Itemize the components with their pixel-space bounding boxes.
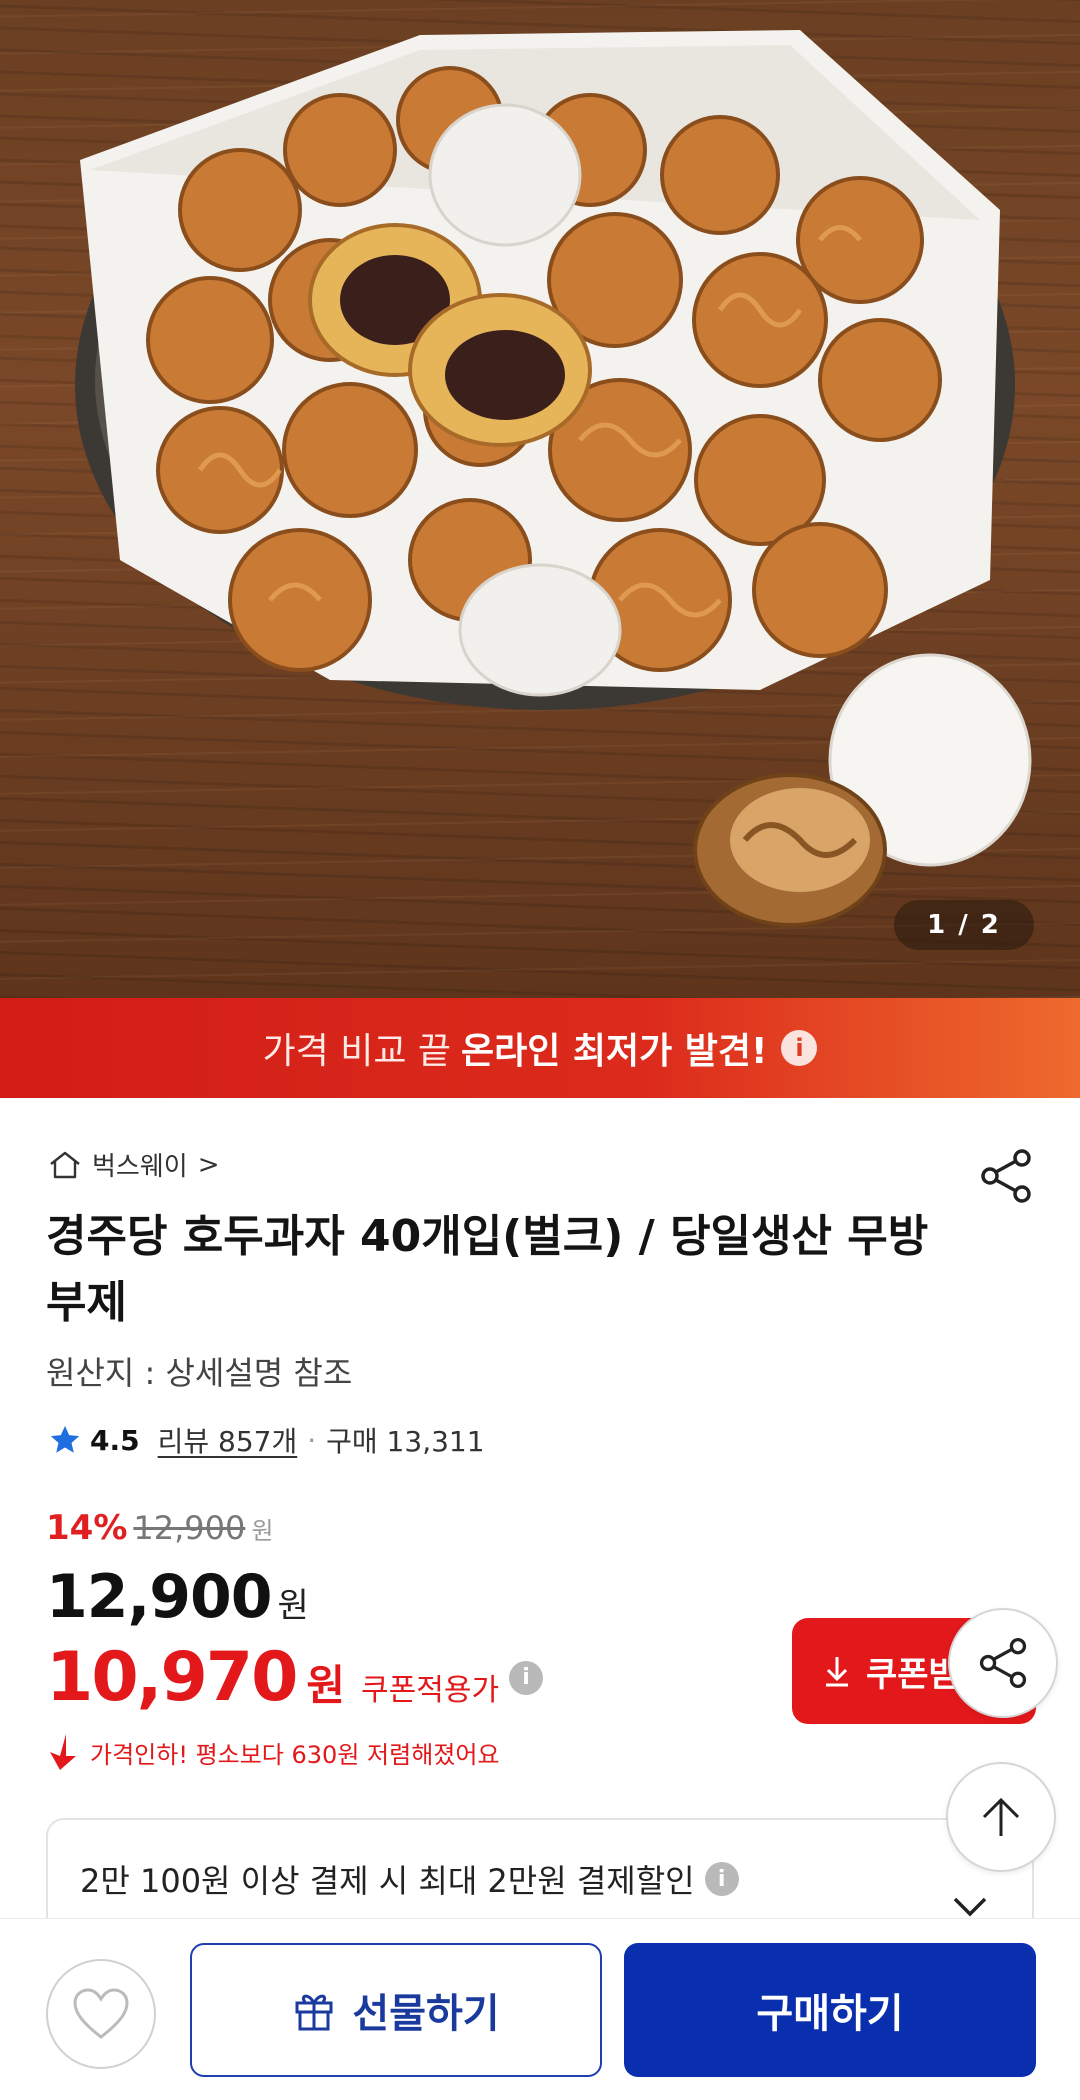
- lowest-price-banner[interactable]: 가격 비교 끝 온라인 최저가 발견! i: [0, 998, 1080, 1098]
- coupon-price-label: 쿠폰적용가: [361, 1673, 500, 1708]
- price-drop-note: 가격인하! 평소보다 630원 저렴해졌어요: [46, 1732, 500, 1772]
- payment-benefit: 2만 100원 이상 결제 시 최대 2만원 결제할인 i: [80, 1856, 739, 1902]
- separator-dot: ·: [307, 1423, 317, 1457]
- product-origin: 원산지 : 상세설명 참조: [46, 1354, 353, 1392]
- sale-price-unit: 원: [277, 1586, 309, 1626]
- banner-text-normal: 가격 비교 끝: [262, 1031, 452, 1072]
- purchase-count: 구매 13,311: [326, 1425, 485, 1458]
- share-icon: [979, 1638, 1027, 1688]
- scroll-to-top-button[interactable]: [946, 1762, 1056, 1872]
- price-drop-text: 가격인하! 평소보다 630원 저렴해졌어요: [90, 1740, 500, 1769]
- arrow-down-icon: [50, 1734, 76, 1770]
- arrow-up-icon: [982, 1797, 1020, 1836]
- payment-benefit-text: 2만 100원 이상 결제 시 최대 2만원 결제할인: [80, 1862, 695, 1900]
- seller-name: 벅스웨이: [92, 1152, 188, 1182]
- info-icon[interactable]: i: [509, 1660, 544, 1695]
- original-price: 12,900: [133, 1509, 246, 1547]
- heart-icon: [73, 1988, 129, 2039]
- seller-link[interactable]: 벅스웨이 >: [48, 1146, 219, 1183]
- buy-button[interactable]: 구매하기: [624, 1943, 1036, 2077]
- chevron-down-icon[interactable]: [952, 1896, 988, 1918]
- bottom-action-bar: 선물하기 구매하기: [0, 1918, 1080, 2100]
- sale-price-row: 12,900 원: [46, 1562, 309, 1632]
- product-title: 경주당 호두과자 40개입(벌크) / 당일생산 무방부제: [46, 1211, 929, 1328]
- rating-row: 4.5 리뷰 857개 · 구매 13,311: [48, 1420, 485, 1460]
- rating-score: 4.5: [90, 1423, 140, 1457]
- coupon-price: 10,970: [46, 1638, 298, 1717]
- sale-price: 12,900: [46, 1562, 273, 1632]
- walnut-cookies-illustration: [75, 30, 1032, 927]
- review-count-link[interactable]: 리뷰 857개: [158, 1420, 298, 1460]
- product-image[interactable]: 1 / 2: [0, 0, 1080, 998]
- home-icon: [50, 1151, 80, 1178]
- gift-button-label: 선물하기: [352, 1991, 500, 2037]
- info-icon[interactable]: i: [704, 1862, 739, 1896]
- image-page-counter: 1 / 2: [894, 900, 1034, 950]
- chevron-right-icon: >: [197, 1149, 220, 1180]
- original-price-unit: 원: [251, 1517, 274, 1545]
- gift-icon: [295, 1994, 333, 2031]
- download-icon: [826, 1657, 848, 1687]
- coupon-button-label: 쿠폰받: [866, 1654, 960, 1695]
- coupon-price-unit: 원: [306, 1661, 346, 1710]
- info-icon[interactable]: i: [781, 1030, 818, 1066]
- star-icon: [50, 1425, 80, 1453]
- buy-button-label: 구매하기: [756, 1991, 904, 2037]
- coupon-price-row: 10,970 원 쿠폰적용가 i: [46, 1638, 544, 1717]
- floating-share-button[interactable]: [948, 1608, 1058, 1718]
- discount-rate: 14%: [46, 1508, 128, 1548]
- gift-button[interactable]: 선물하기: [190, 1943, 602, 2077]
- banner-text-bold: 온라인 최저가 발견!: [461, 1031, 768, 1072]
- product-info-section: 벅스웨이 > 경주당 호두과자 40개입(벌크) / 당일생산 무방부제 원산지…: [0, 1098, 1080, 1948]
- share-icon[interactable]: [976, 1146, 1036, 1206]
- wishlist-button[interactable]: [46, 1959, 156, 2069]
- discount-row: 14% 12,900 원: [46, 1508, 273, 1548]
